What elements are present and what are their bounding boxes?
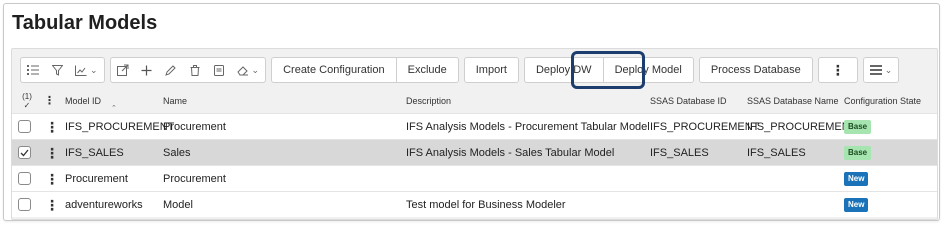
table-row[interactable]: ⋮ Procurement Procurement New: [12, 165, 937, 191]
more-vertical-icon: ⋮: [45, 196, 59, 213]
edit-toolbar-group: ⌄: [109, 57, 267, 83]
copy-button[interactable]: [207, 58, 231, 82]
row-menu-button[interactable]: ⋮: [45, 192, 59, 217]
more-vertical-icon: ⋮: [45, 118, 59, 135]
deploy-dw-button[interactable]: Deploy DW: [523, 57, 603, 83]
analytics-dropdown-button[interactable]: ⌄: [69, 58, 104, 82]
cell-configuration-state: New: [844, 192, 869, 217]
create-configuration-button[interactable]: Create Configuration: [271, 57, 396, 83]
chevron-down-icon: ⌄: [251, 64, 260, 75]
tabular-models-panel: ⌄ ⌄ Create Configuration Exclude Import …: [11, 48, 938, 220]
cell-configuration-state: Base: [844, 140, 872, 165]
header-model-id[interactable]: Model ID ⌃: [65, 89, 117, 113]
header-ssas-database-name[interactable]: SSAS Database Name: [747, 89, 839, 113]
status-badge: Base: [844, 145, 872, 160]
cell-description: IFS Analysis Models - Sales Tabular Mode…: [406, 146, 615, 159]
more-vertical-icon: ⋮: [45, 144, 59, 161]
checkmark-icon: [20, 149, 29, 156]
cell-ssas-database-name: IFS_PROCUREMENT: [747, 120, 857, 133]
cell-name: Procurement: [163, 120, 226, 133]
trash-icon: [190, 64, 200, 76]
pencil-icon: [165, 64, 176, 76]
cell-configuration-state: New: [844, 166, 869, 191]
row-menu-button[interactable]: ⋮: [45, 166, 59, 191]
table-row[interactable]: ⋮ IFS_SALES Sales IFS Analysis Models - …: [12, 139, 937, 165]
filter-icon: [51, 64, 63, 76]
filter-button[interactable]: [45, 58, 69, 82]
cell-description: IFS Analysis Models - Procurement Tabula…: [406, 120, 650, 133]
cell-ssas-database-id: IFS_SALES: [650, 146, 709, 159]
row-checkbox[interactable]: [18, 166, 31, 191]
eraser-icon: [236, 65, 248, 75]
row-checkbox[interactable]: [18, 140, 31, 165]
cell-description: Test model for Business Modeler: [406, 198, 566, 211]
more-vertical-icon: ⋮: [45, 170, 59, 187]
cell-name: Sales: [163, 146, 191, 159]
plus-icon: [141, 65, 152, 75]
cell-model-id: adventureworks: [65, 198, 143, 211]
header-row-menu[interactable]: ⋮: [44, 89, 55, 113]
status-badge: New: [844, 197, 869, 212]
header-name[interactable]: Name: [163, 89, 187, 113]
export-icon: [116, 64, 129, 76]
deploy-model-button[interactable]: Deploy Model: [602, 57, 694, 83]
add-button[interactable]: [135, 58, 159, 82]
row-checkbox[interactable]: [18, 192, 31, 217]
import-button[interactable]: Import: [463, 57, 519, 83]
cell-model-id: Procurement: [65, 172, 128, 185]
header-ssas-database-id[interactable]: SSAS Database ID: [650, 89, 727, 113]
checkmark-icon: ✓: [23, 101, 31, 110]
column-settings-group: ⌄: [862, 57, 900, 83]
list-icon: [27, 65, 39, 75]
header-model-id-label: Model ID: [65, 96, 102, 106]
page-frame: Tabular Models ⌄ ⌄ Create Configuration …: [3, 3, 940, 221]
more-vertical-icon: ⋮: [830, 62, 845, 78]
select-all-column[interactable]: (1) ✓: [18, 89, 36, 113]
table-row[interactable]: ⋮ IFS_PROCUREMENT Procurement IFS Analys…: [12, 113, 937, 139]
edit-button[interactable]: [159, 58, 183, 82]
cell-name: Model: [163, 198, 193, 211]
clear-dropdown-button[interactable]: ⌄: [231, 58, 266, 82]
more-options-button[interactable]: ⋮: [817, 57, 858, 83]
process-database-button[interactable]: Process Database: [698, 57, 813, 83]
chevron-down-icon: ⌄: [884, 64, 893, 75]
more-vertical-icon: ⋮: [44, 94, 55, 107]
header-configuration-state[interactable]: Configuration State: [844, 89, 921, 113]
row-menu-button[interactable]: ⋮: [45, 140, 59, 165]
table-header: (1) ✓ ⋮ Model ID ⌃ Name Description SSAS…: [12, 89, 937, 113]
sort-ascending-icon: ⌃: [111, 105, 117, 112]
list-view-button[interactable]: [21, 58, 45, 82]
cell-model-id: IFS_SALES: [65, 146, 124, 159]
header-description[interactable]: Description: [406, 89, 451, 113]
toolbar: ⌄ ⌄ Create Configuration Exclude Import …: [20, 51, 929, 89]
column-settings-button[interactable]: ⌄: [864, 58, 899, 82]
row-menu-button[interactable]: ⋮: [45, 114, 59, 139]
selection-count: (1): [22, 92, 32, 101]
chart-icon: [75, 65, 87, 76]
table-row[interactable]: ⋮ adventureworks Model Test model for Bu…: [12, 191, 937, 217]
cell-model-id: IFS_PROCUREMENT: [65, 120, 175, 133]
view-toolbar-group: ⌄: [20, 57, 105, 83]
status-badge: Base: [844, 119, 872, 134]
status-badge: New: [844, 171, 869, 186]
cell-configuration-state: Base: [844, 114, 872, 139]
delete-button[interactable]: [183, 58, 207, 82]
row-checkbox[interactable]: [18, 114, 31, 139]
cell-ssas-database-id: IFS_PROCUREMENT: [650, 120, 760, 133]
table-rows-icon: [869, 65, 882, 75]
copy-icon: [213, 64, 224, 76]
export-button[interactable]: [111, 58, 135, 82]
page-title: Tabular Models: [12, 12, 158, 34]
models-table: (1) ✓ ⋮ Model ID ⌃ Name Description SSAS…: [12, 89, 937, 217]
exclude-button[interactable]: Exclude: [395, 57, 459, 83]
cell-ssas-database-name: IFS_SALES: [747, 146, 806, 159]
chevron-down-icon: ⌄: [90, 64, 98, 75]
cell-name: Procurement: [163, 172, 226, 185]
